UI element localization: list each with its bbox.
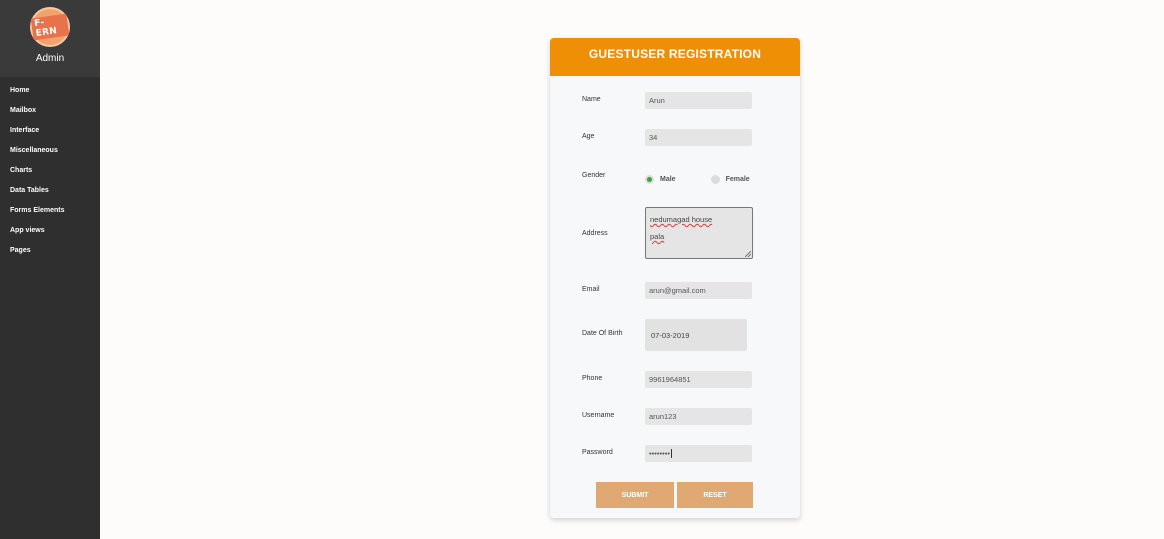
gender-male-label: Male (660, 176, 676, 183)
password-field[interactable]: •••••••• (645, 445, 752, 462)
sidebar: F-ERN Admin Home Mailbox Interface Misce… (0, 0, 100, 539)
username-label: Username (582, 412, 615, 419)
dob-field[interactable]: 07-03-2019 (645, 319, 747, 351)
sidebar-item-data-tables[interactable]: Data Tables (0, 181, 100, 201)
registration-card: GUESTUSER REGISTRATION Name Arun Age 34 … (550, 38, 800, 518)
password-dots: •••••••• (649, 449, 671, 458)
sidebar-item-mailbox[interactable]: Mailbox (0, 101, 100, 121)
sidebar-item-interface[interactable]: Interface (0, 121, 100, 141)
username-field[interactable]: arun123 (645, 408, 752, 425)
sidebar-item-pages[interactable]: Pages (0, 241, 100, 261)
logo[interactable]: F-ERN (30, 7, 70, 47)
reset-button[interactable]: RESET (677, 482, 753, 508)
address-line-1: nedumagad house (650, 215, 713, 224)
address-label: Address (582, 230, 608, 237)
gender-male-radio[interactable] (645, 175, 654, 184)
gender-label: Gender (582, 172, 606, 179)
dob-label: Date Of Birth (582, 330, 623, 337)
name-field[interactable]: Arun (645, 92, 752, 109)
sidebar-item-app-views[interactable]: App views (0, 221, 100, 241)
name-label: Name (582, 96, 601, 103)
gender-female-radio[interactable] (710, 175, 720, 184)
sidebar-header: F-ERN Admin (0, 0, 100, 77)
gender-radio-group: Male Female (645, 175, 750, 184)
age-field[interactable]: 34 (645, 129, 752, 146)
email-label: Email (582, 286, 600, 293)
form-title: GUESTUSER REGISTRATION (550, 38, 800, 76)
phone-label: Phone (582, 375, 603, 382)
phone-field[interactable]: 9961964851 (645, 371, 752, 388)
email-field[interactable]: arun@gmail.com (645, 282, 752, 299)
user-label: Admin (35, 53, 65, 64)
submit-button[interactable]: SUBMIT (596, 482, 674, 508)
gender-female-label: Female (725, 176, 750, 183)
sidebar-item-miscellaneous[interactable]: Miscellaneous (0, 141, 100, 161)
resize-handle[interactable] (745, 251, 751, 257)
age-label: Age (582, 133, 595, 140)
text-caret (671, 449, 673, 458)
sidebar-item-forms-elements[interactable]: Forms Elements (0, 201, 100, 221)
address-line-2: pala (650, 232, 665, 241)
sidebar-item-home[interactable]: Home (0, 81, 100, 101)
sidebar-item-charts[interactable]: Charts (0, 161, 100, 181)
sidebar-nav: Home Mailbox Interface Miscellaneous Cha… (0, 77, 100, 261)
logo-text: F-ERN (30, 13, 70, 41)
address-textarea[interactable]: nedumagad house pala (645, 207, 753, 259)
password-label: Password (582, 449, 613, 456)
